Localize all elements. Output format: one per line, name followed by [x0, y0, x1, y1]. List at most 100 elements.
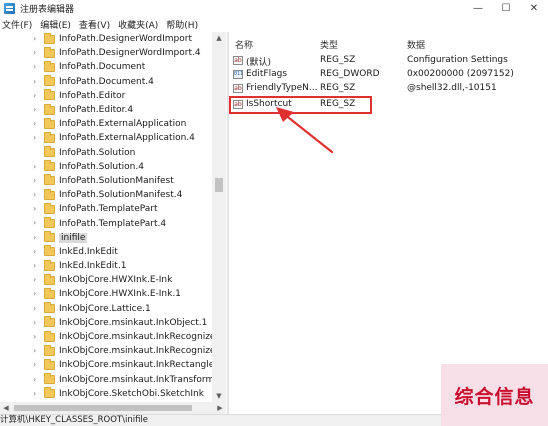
scroll-right-arrow-icon[interactable]: ▶	[214, 402, 226, 414]
tree-item-label: InkObjCore.HWXInk.E-Ink.1	[59, 289, 181, 300]
expand-chevron-icon[interactable]: ›	[33, 49, 41, 57]
tree-item[interactable]: › InkObjCore.msinkaut.InkObject.1	[0, 316, 228, 330]
expand-chevron-icon[interactable]: ›	[33, 290, 41, 298]
tree-vertical-scrollbar[interactable]: ▲ ▼	[212, 32, 226, 402]
menu-help[interactable]: 帮助(H)	[162, 18, 202, 31]
tree-item[interactable]: › InfoPath.Solution.4	[0, 160, 228, 174]
expand-chevron-icon[interactable]: ›	[33, 247, 41, 256]
expand-chevron-icon[interactable]: ›	[33, 105, 41, 114]
expand-chevron-icon[interactable]: ›	[33, 318, 41, 327]
expand-chevron-icon[interactable]: ›	[33, 120, 41, 128]
scroll-down-arrow-icon[interactable]: ▼	[212, 390, 226, 402]
scroll-thumb[interactable]	[215, 178, 223, 192]
expand-chevron-icon[interactable]: ›	[33, 205, 41, 213]
tree-item-label: InkObjCore.msinkaut.InkRecognizerG	[59, 332, 227, 343]
scroll-up-arrow-icon[interactable]: ▲	[212, 32, 226, 44]
expand-chevron-icon[interactable]: ›	[33, 35, 41, 43]
menu-view[interactable]: 查看(V)	[75, 18, 114, 31]
folder-icon	[44, 245, 55, 257]
tree-item[interactable]: InfoPath.Solution	[0, 146, 228, 160]
expand-chevron-icon[interactable]: ›	[33, 134, 41, 142]
expand-chevron-icon[interactable]: ›	[33, 332, 41, 341]
tree-item[interactable]: › InkObjCore.HWXInk.E-Ink	[0, 273, 228, 287]
tree-item[interactable]: › InfoPath.TemplatePart.4	[0, 216, 228, 230]
folder-icon	[44, 387, 55, 399]
tree-item[interactable]: › InfoPath.TemplatePart	[0, 202, 228, 216]
tree-item-label: InkObjCore.SketchObi.SketchInk	[59, 388, 204, 399]
column-header-type[interactable]: 类型	[320, 38, 338, 51]
string-value-icon: ab	[233, 56, 243, 65]
tree-item[interactable]: › InfoPath.DesignerWordImport	[0, 32, 228, 46]
scroll-left-arrow-icon[interactable]: ◀	[0, 402, 12, 414]
minimize-button[interactable]: —	[464, 0, 492, 17]
folder-icon	[44, 358, 55, 370]
tree-item[interactable]: › InkObjCore.msinkaut.InkRecognizerG	[0, 330, 228, 344]
expand-chevron-icon[interactable]: ›	[33, 63, 41, 71]
column-header-data[interactable]: 数据	[407, 38, 425, 51]
tree-item[interactable]: › InkEd.InkEdit	[0, 245, 228, 259]
tree-item[interactable]: › InfoPath.Editor.4	[0, 103, 228, 117]
tree-item[interactable]: › InfoPath.ExternalApplication.4	[0, 131, 228, 145]
expand-chevron-icon[interactable]: ›	[33, 219, 41, 227]
expand-chevron-icon[interactable]: ›	[33, 191, 41, 199]
tree-item-label: InfoPath.Editor	[59, 90, 126, 101]
folder-icon	[44, 344, 55, 356]
expand-chevron-icon[interactable]: ›	[33, 375, 41, 384]
folder-icon	[44, 287, 55, 299]
tree-item[interactable]: › InkObjCore.msinkaut.InkRectangle.1	[0, 358, 228, 372]
status-path: 计算机\HKEY_CLASSES_ROOT\inifile	[0, 415, 149, 425]
tree-item[interactable]: › InkObjCore.HWXInk.E-Ink.1	[0, 287, 228, 301]
tree-item-selected[interactable]: › inifile	[0, 231, 228, 245]
tree-item-label: InfoPath.Document.4	[59, 76, 154, 87]
expand-chevron-icon[interactable]: ›	[33, 91, 41, 100]
window-controls: — ☐ ✕	[464, 0, 548, 17]
folder-icon	[44, 117, 55, 129]
expand-chevron-icon[interactable]: ›	[33, 233, 41, 242]
tree-item[interactable]: › InfoPath.Document.4	[0, 75, 228, 89]
folder-icon	[44, 188, 55, 200]
menu-favorites[interactable]: 收藏夹(A)	[114, 18, 162, 31]
expand-chevron-icon[interactable]: ›	[33, 77, 41, 86]
watermark: 综合信息	[441, 364, 548, 426]
folder-icon	[44, 273, 55, 285]
tree-item[interactable]: › InkObjCore.SketchObi.SketchInk	[0, 387, 228, 401]
tree-item-label: inifile	[59, 232, 88, 243]
tree-item[interactable]: › InfoPath.SolutionManifest.4	[0, 188, 228, 202]
expand-chevron-icon[interactable]: ›	[33, 389, 41, 398]
menu-file[interactable]: 文件(F)	[0, 18, 36, 31]
expand-chevron-icon[interactable]: ›	[33, 176, 41, 185]
horizontal-scroll-thumb[interactable]	[14, 405, 192, 411]
tree-item[interactable]: › InkEd.InkEdit.1	[0, 259, 228, 273]
value-row[interactable]: ab FriendlyTypeN... REG_SZ @shell32.dll,…	[229, 82, 548, 96]
registry-key-tree[interactable]: › InfoPath.DesignerWordImport › InfoPath.De…	[0, 32, 228, 402]
tree-item[interactable]: › InfoPath.Editor	[0, 89, 228, 103]
value-row[interactable]: 011 EditFlags REG_DWORD 0x00200000 (2097…	[229, 68, 548, 82]
expand-chevron-icon[interactable]: ›	[33, 262, 41, 270]
tree-item-label: InfoPath.Solution	[59, 147, 136, 158]
tree-item[interactable]: › InfoPath.DesignerWordImport.4	[0, 46, 228, 60]
expand-chevron-icon[interactable]: ›	[33, 347, 41, 355]
expand-chevron-icon[interactable]: ›	[33, 304, 41, 313]
expand-chevron-icon[interactable]: ›	[33, 162, 41, 171]
folder-icon	[44, 75, 55, 87]
tree-item[interactable]: › InfoPath.Document	[0, 60, 228, 74]
tree-item-label: InkEd.InkEdit.1	[59, 261, 127, 272]
value-type: REG_SZ	[320, 83, 356, 93]
tree-horizontal-scrollbar[interactable]: ◀ ▶	[0, 402, 226, 414]
column-header-name[interactable]: 名称	[235, 38, 253, 51]
expand-chevron-icon[interactable]: ›	[33, 276, 41, 284]
tree-item[interactable]: › InkObjCore.msinkaut.InkRecognizers.	[0, 344, 228, 358]
close-button[interactable]: ✕	[520, 0, 548, 17]
registry-editor-app-icon	[4, 3, 15, 14]
string-value-icon: ab	[233, 84, 243, 93]
value-row[interactable]: ab (默认) REG_SZ Configuration Settings	[229, 54, 548, 68]
expand-chevron-icon[interactable]: ›	[33, 361, 41, 369]
menu-edit[interactable]: 编辑(E)	[36, 18, 75, 31]
tree-item[interactable]: › InkObjCore.msinkaut.InkTransform.1	[0, 373, 228, 387]
tree-item[interactable]: › InkObjCore.Lattice.1	[0, 302, 228, 316]
tree-item-label: InkObjCore.HWXInk.E-Ink	[59, 275, 173, 286]
tree-item[interactable]: › InfoPath.ExternalApplication	[0, 117, 228, 131]
maximize-button[interactable]: ☐	[492, 0, 520, 17]
tree-item[interactable]: › InfoPath.SolutionManifest	[0, 174, 228, 188]
folder-icon	[44, 89, 55, 101]
